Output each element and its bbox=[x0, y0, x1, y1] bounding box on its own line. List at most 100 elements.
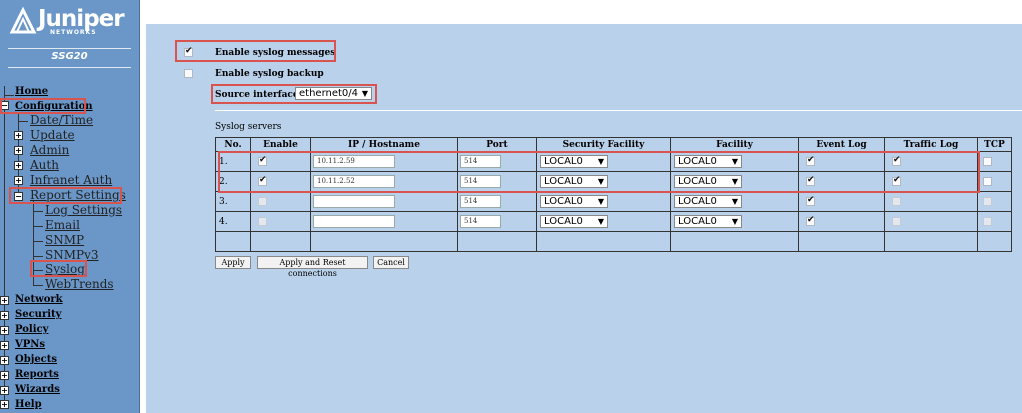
divider bbox=[8, 48, 131, 49]
traffic-log-checkbox[interactable] bbox=[892, 197, 901, 206]
port-value: 514 bbox=[464, 197, 478, 205]
nav-log-settings[interactable]: Log Settings bbox=[45, 203, 122, 217]
nav-email[interactable]: Email bbox=[45, 218, 80, 232]
enable-checkbox[interactable] bbox=[258, 217, 267, 226]
port-cell: 514 bbox=[457, 191, 537, 212]
main-panel: Enable syslog messages Enable syslog bac… bbox=[146, 24, 1022, 413]
enable-checkbox[interactable] bbox=[258, 155, 267, 166]
ip-hostname-input[interactable] bbox=[313, 215, 395, 228]
expand-icon[interactable]: + bbox=[0, 326, 9, 335]
cancel-button[interactable]: Cancel bbox=[373, 256, 409, 269]
security-facility-select[interactable]: LOCAL0 ▼ bbox=[540, 215, 608, 228]
traffic-log-checkbox[interactable] bbox=[892, 175, 901, 186]
expand-icon[interactable]: + bbox=[0, 386, 9, 395]
tcp-checkbox[interactable] bbox=[983, 197, 992, 206]
nav-date-time[interactable]: Date/Time bbox=[30, 113, 93, 127]
facility-select[interactable]: LOCAL0 ▼ bbox=[674, 215, 742, 228]
port-input[interactable]: 514 bbox=[460, 175, 501, 188]
ip-hostname-input[interactable]: 10.11.2.59 bbox=[313, 155, 395, 168]
event-log-checkbox[interactable] bbox=[806, 175, 815, 186]
table-row: 4. 514 LOCAL0 ▼ LOCAL0 ▼ bbox=[215, 211, 1012, 232]
event-log-checkbox[interactable] bbox=[806, 215, 815, 226]
nav-snmp[interactable]: SNMP bbox=[45, 233, 84, 247]
facility-select[interactable]: LOCAL0 ▼ bbox=[674, 155, 742, 168]
facility-value: LOCAL0 bbox=[678, 176, 717, 187]
enable-checkbox[interactable] bbox=[258, 175, 267, 186]
expand-icon[interactable]: + bbox=[14, 146, 23, 155]
dropdown-arrow-icon: ▼ bbox=[597, 157, 604, 166]
nav-wizards[interactable]: Wizards bbox=[15, 384, 60, 395]
traffic-log-checkbox[interactable] bbox=[892, 155, 901, 166]
port-input[interactable]: 514 bbox=[460, 195, 501, 208]
row-number-cell: 3. bbox=[215, 191, 251, 212]
expand-icon[interactable]: + bbox=[14, 131, 23, 140]
row-number: 4. bbox=[219, 217, 228, 227]
event-log-cell bbox=[798, 171, 885, 192]
nav-infranet-auth[interactable]: Infranet Auth bbox=[30, 173, 112, 187]
nav-objects[interactable]: Objects bbox=[15, 354, 57, 365]
source-interface-select[interactable]: ethernet0/4 ▼ bbox=[295, 87, 372, 100]
port-input[interactable]: 514 bbox=[460, 215, 501, 228]
nav-syslog[interactable]: Syslog bbox=[45, 262, 85, 276]
event-log-checkbox[interactable] bbox=[806, 155, 815, 166]
expand-icon[interactable]: + bbox=[0, 400, 9, 409]
expand-icon[interactable]: + bbox=[0, 371, 9, 380]
nav-reports[interactable]: Reports bbox=[15, 369, 59, 380]
col-port: Port bbox=[457, 137, 537, 152]
nav-report-settings[interactable]: Report Settings bbox=[30, 188, 126, 202]
facility-select[interactable]: LOCAL0 ▼ bbox=[674, 195, 742, 208]
nav-home[interactable]: Home bbox=[15, 86, 48, 97]
collapse-icon[interactable]: − bbox=[14, 192, 23, 201]
dropdown-arrow-icon: ▼ bbox=[597, 217, 604, 226]
source-interface-value: ethernet0/4 bbox=[299, 88, 359, 99]
juniper-leaf-icon bbox=[9, 6, 37, 34]
expand-icon[interactable]: + bbox=[14, 176, 23, 185]
port-value: 514 bbox=[464, 157, 478, 165]
facility-select[interactable]: LOCAL0 ▼ bbox=[674, 175, 742, 188]
apply-reset-button[interactable]: Apply and Reset connections bbox=[257, 256, 368, 278]
traffic-log-cell bbox=[884, 171, 978, 192]
nav-policy[interactable]: Policy bbox=[15, 324, 48, 335]
ip-hostname-input[interactable]: 10.11.2.52 bbox=[313, 175, 395, 188]
nav-security[interactable]: Security bbox=[15, 309, 61, 320]
security-facility-cell: LOCAL0 ▼ bbox=[536, 211, 671, 232]
nav-configuration[interactable]: Configuration bbox=[15, 101, 93, 112]
ip-hostname-input[interactable] bbox=[313, 195, 395, 208]
security-facility-cell: LOCAL0 ▼ bbox=[536, 171, 671, 192]
collapse-icon[interactable]: − bbox=[0, 101, 9, 110]
apply-button[interactable]: Apply bbox=[215, 256, 251, 269]
event-log-checkbox[interactable] bbox=[806, 195, 815, 206]
nav-snmpv3[interactable]: SNMPv3 bbox=[45, 248, 99, 262]
security-facility-select[interactable]: LOCAL0 ▼ bbox=[540, 195, 608, 208]
enable-backup-checkbox[interactable] bbox=[184, 69, 193, 78]
brand-sub: NETWORKS bbox=[50, 29, 97, 36]
expand-icon[interactable]: + bbox=[14, 161, 23, 170]
row-number-cell: 1. bbox=[215, 151, 251, 172]
traffic-log-checkbox[interactable] bbox=[892, 217, 901, 226]
syslog-servers-table: No. Enable IP / Hostname Port Security F… bbox=[215, 137, 1012, 252]
tree-line bbox=[33, 285, 43, 286]
tcp-checkbox[interactable] bbox=[983, 157, 992, 166]
expand-icon[interactable]: + bbox=[0, 341, 9, 350]
security-facility-select[interactable]: LOCAL0 ▼ bbox=[540, 155, 608, 168]
nav-help[interactable]: Help bbox=[15, 399, 42, 410]
table-row: 1. 10.11.2.59 514 LOCAL0 ▼ LOCAL0 ▼ bbox=[215, 151, 1012, 172]
security-facility-select[interactable]: LOCAL0 ▼ bbox=[540, 175, 608, 188]
tcp-checkbox[interactable] bbox=[983, 217, 992, 226]
nav-update[interactable]: Update bbox=[30, 128, 75, 142]
nav-webtrends[interactable]: WebTrends bbox=[45, 277, 114, 291]
enable-backup-label: Enable syslog backup bbox=[215, 69, 324, 79]
nav-vpns[interactable]: VPNs bbox=[15, 339, 45, 350]
nav-auth[interactable]: Auth bbox=[30, 158, 59, 172]
port-input[interactable]: 514 bbox=[460, 155, 501, 168]
expand-icon[interactable]: + bbox=[0, 311, 9, 320]
nav-network[interactable]: Network bbox=[15, 294, 63, 305]
enable-syslog-checkbox[interactable] bbox=[184, 46, 193, 57]
enable-checkbox[interactable] bbox=[258, 197, 267, 206]
event-log-cell bbox=[798, 151, 885, 172]
expand-icon[interactable]: + bbox=[0, 296, 9, 305]
tcp-checkbox[interactable] bbox=[983, 177, 992, 186]
nav-admin[interactable]: Admin bbox=[30, 143, 69, 157]
expand-icon[interactable]: + bbox=[0, 356, 9, 365]
col-enable: Enable bbox=[250, 137, 311, 152]
